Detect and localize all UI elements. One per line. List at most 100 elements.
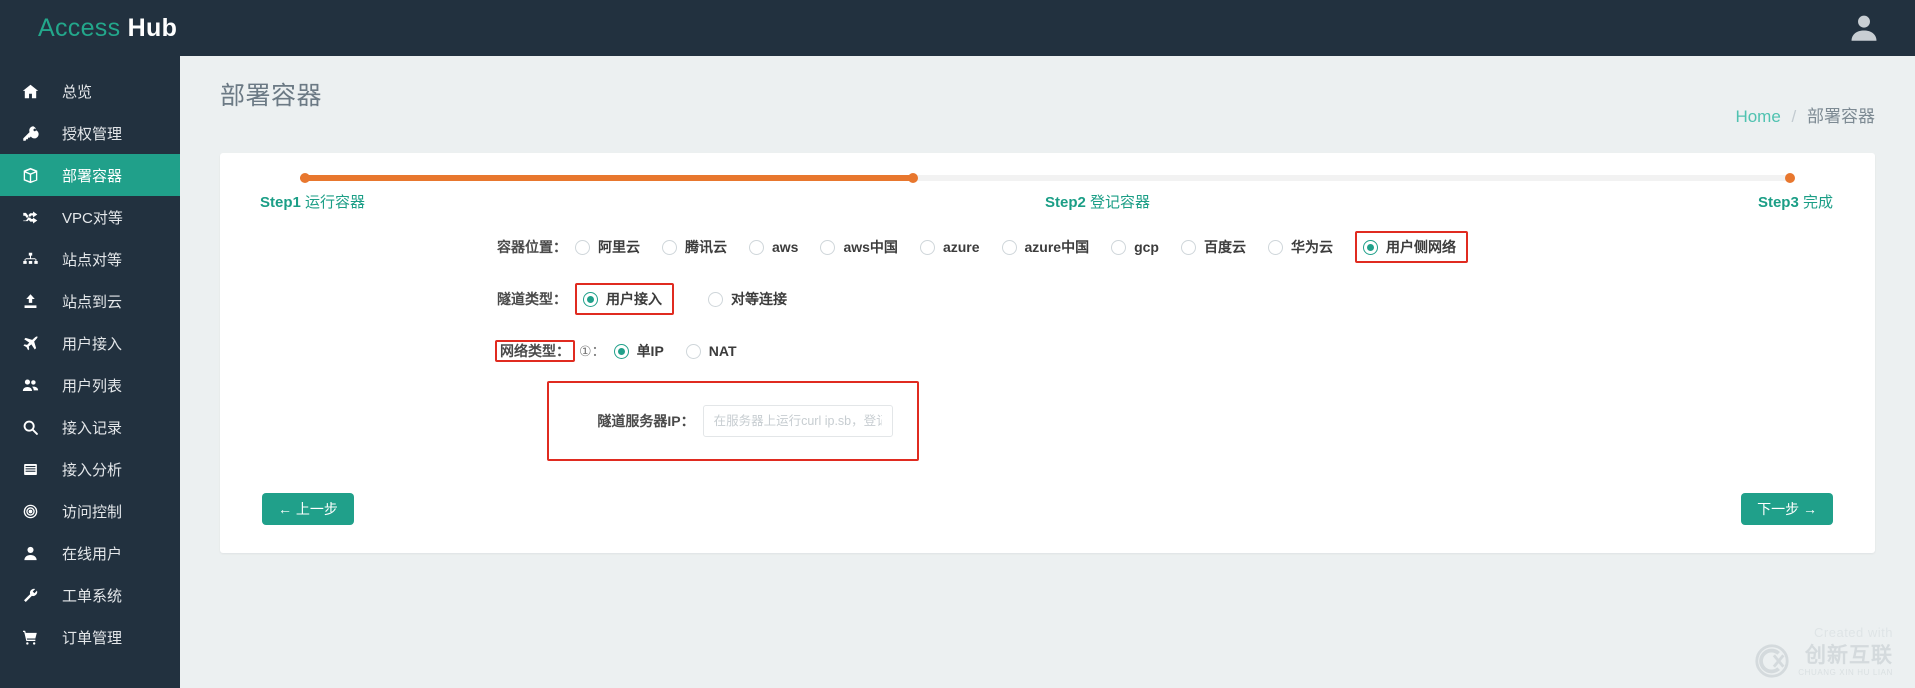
home-icon xyxy=(22,82,48,100)
radio-option-baidu[interactable]: 百度云 xyxy=(1180,237,1246,257)
step-label-2: Step2 登记容器 xyxy=(1045,194,1151,211)
sidebar-item-label: 授权管理 xyxy=(62,125,123,143)
breadcrumb-current: 部署容器 xyxy=(1807,107,1875,126)
sidebar-item-access-analysis[interactable]: 接入分析 xyxy=(0,448,180,490)
radio-indicator xyxy=(749,239,764,255)
radio-indicator xyxy=(1267,239,1283,255)
radio-option-aws[interactable]: aws xyxy=(749,239,798,255)
users-icon xyxy=(22,376,48,394)
list-icon xyxy=(22,460,48,478)
sidebar-item-site-peering[interactable]: 站点对等 xyxy=(0,238,180,280)
sidebar: 总览 授权管理 部署容器 VPC对等 站点对等 站点到云 用户接入 用户列表 接… xyxy=(0,56,180,688)
watermark-brand-text: 创新互联 CHUANG XIN HU LIAN xyxy=(1798,645,1893,677)
sidebar-item-order-management[interactable]: 订单管理 xyxy=(0,616,180,658)
target-icon xyxy=(22,502,48,520)
radio-option-single-ip[interactable]: 单IP xyxy=(613,341,664,361)
radio-label: 用户接入 xyxy=(606,291,662,307)
radio-option-azure-china[interactable]: azure中国 xyxy=(1001,237,1090,257)
sidebar-item-label: 在线用户 xyxy=(62,545,123,563)
radio-label: azure中国 xyxy=(1024,239,1090,255)
network-type-label-wrap: 网络类型： xyxy=(220,340,575,362)
radio-option-tencent[interactable]: 腾讯云 xyxy=(662,237,727,257)
sidebar-item-label: 部署容器 xyxy=(62,167,123,185)
deploy-container-card: Step1 运行容器 Step2 登记容器 Step3 完成 容器位置： 阿里云… xyxy=(220,153,1875,553)
shuffle-icon xyxy=(22,208,48,226)
step-label-1: Step1 运行容器 xyxy=(260,194,366,211)
radio-indicator xyxy=(613,343,629,359)
radio-option-nat[interactable]: NAT xyxy=(685,343,737,359)
container-location-label: 容器位置： xyxy=(497,239,567,255)
step-progress-track xyxy=(300,173,1795,183)
breadcrumb-home-link[interactable]: Home xyxy=(1735,107,1780,126)
wrench-icon xyxy=(22,586,48,604)
tunnel-server-ip-label: 隧道服务器IP： xyxy=(597,413,695,429)
deploy-form: 容器位置： 阿里云 腾讯云 aws aws中国 azure azure中国 gc… xyxy=(220,227,1875,461)
radio-label: 腾讯云 xyxy=(685,239,727,255)
radio-label: aws xyxy=(772,239,799,255)
tunnel-type-options: 用户接入 对等连接 xyxy=(575,283,809,315)
top-bar-right xyxy=(1847,11,1915,45)
app-logo[interactable]: Access Hub xyxy=(0,14,180,43)
breadcrumb: Home / 部署容器 xyxy=(1735,102,1875,127)
sidebar-item-vpc-peering[interactable]: VPC对等 xyxy=(0,196,180,238)
sidebar-item-label: 工单系统 xyxy=(62,587,123,605)
radio-label: 华为云 xyxy=(1290,239,1333,255)
step-marker-3 xyxy=(1785,173,1795,183)
radio-indicator xyxy=(685,343,701,359)
radio-indicator xyxy=(583,291,598,307)
sidebar-item-site-to-cloud[interactable]: 站点到云 xyxy=(0,280,180,322)
next-step-button[interactable]: 下一步 → xyxy=(1741,493,1833,525)
sidebar-item-label: 总览 xyxy=(62,83,93,101)
cart-icon xyxy=(22,628,48,646)
radio-label: azure xyxy=(942,239,980,255)
radio-label: 单IP xyxy=(636,343,664,359)
sidebar-item-label: 站点对等 xyxy=(62,251,123,269)
radio-option-aws-china[interactable]: aws中国 xyxy=(820,237,898,257)
radio-label: aws中国 xyxy=(843,239,898,255)
radio-option-user-access[interactable]: 用户接入 xyxy=(575,283,674,315)
radio-option-huawei[interactable]: 华为云 xyxy=(1267,237,1333,257)
breadcrumb-separator: / xyxy=(1791,107,1797,126)
tunnel-server-ip-input[interactable] xyxy=(702,405,893,437)
sidebar-item-access-control[interactable]: 访问控制 xyxy=(0,490,180,532)
radio-option-peer-connection[interactable]: 对等连接 xyxy=(708,289,787,309)
page-title: 部署容器 xyxy=(220,82,323,110)
field-container-location: 容器位置： 阿里云 腾讯云 aws aws中国 azure azure中国 gc… xyxy=(220,227,1875,267)
network-type-options: ①： 单IP NAT xyxy=(575,341,759,361)
sidebar-item-access-records[interactable]: 接入记录 xyxy=(0,406,180,448)
step-marker-2 xyxy=(907,173,918,183)
top-bar: Access Hub xyxy=(0,0,1915,56)
sidebar-item-user-access[interactable]: 用户接入 xyxy=(0,322,180,364)
radio-indicator xyxy=(662,239,677,255)
sidebar-item-online-users[interactable]: 在线用户 xyxy=(0,532,180,574)
upload-icon xyxy=(22,292,48,310)
field-network-type: 网络类型： ①： 单IP NAT xyxy=(220,331,1875,371)
sidebar-item-user-list[interactable]: 用户列表 xyxy=(0,364,180,406)
network-type-label: 网络类型： xyxy=(495,340,575,362)
radio-label: 对等连接 xyxy=(731,291,787,307)
radio-option-gcp[interactable]: gcp xyxy=(1111,239,1159,255)
radio-option-user-side-network[interactable]: 用户侧网络 xyxy=(1354,231,1468,263)
brand-logo-icon xyxy=(1753,642,1791,680)
radio-indicator xyxy=(575,239,590,255)
app-root: Access Hub 总览 授权管理 部署容器 VPC对等 站点对等 站点到云 … xyxy=(0,0,1915,688)
container-location-options: 阿里云 腾讯云 aws aws中国 azure azure中国 gcp 百度云 … xyxy=(575,231,1490,263)
sidebar-item-label: 接入分析 xyxy=(62,461,123,479)
sidebar-item-auth-management[interactable]: 授权管理 xyxy=(0,112,180,154)
radio-label: 百度云 xyxy=(1203,239,1246,255)
user-avatar-icon[interactable] xyxy=(1847,11,1881,45)
radio-indicator xyxy=(1180,239,1196,255)
radio-option-azure[interactable]: azure xyxy=(919,239,980,255)
plane-icon xyxy=(22,334,48,352)
brand-name-cn: 创新互联 xyxy=(1805,644,1893,667)
radio-indicator xyxy=(1001,239,1017,255)
radio-option-aliyun[interactable]: 阿里云 xyxy=(575,237,640,257)
tunnel-type-label: 隧道类型： xyxy=(497,291,567,307)
prev-step-button[interactable]: ← 上一步 xyxy=(262,493,354,525)
sidebar-item-overview[interactable]: 总览 xyxy=(0,70,180,112)
sidebar-item-deploy-container[interactable]: 部署容器 xyxy=(0,154,180,196)
sidebar-item-label: 订单管理 xyxy=(62,629,123,647)
step-progress: Step1 运行容器 Step2 登记容器 Step3 完成 xyxy=(220,153,1875,227)
sidebar-item-ticket-system[interactable]: 工单系统 xyxy=(0,574,180,616)
radio-label: NAT xyxy=(708,343,737,359)
